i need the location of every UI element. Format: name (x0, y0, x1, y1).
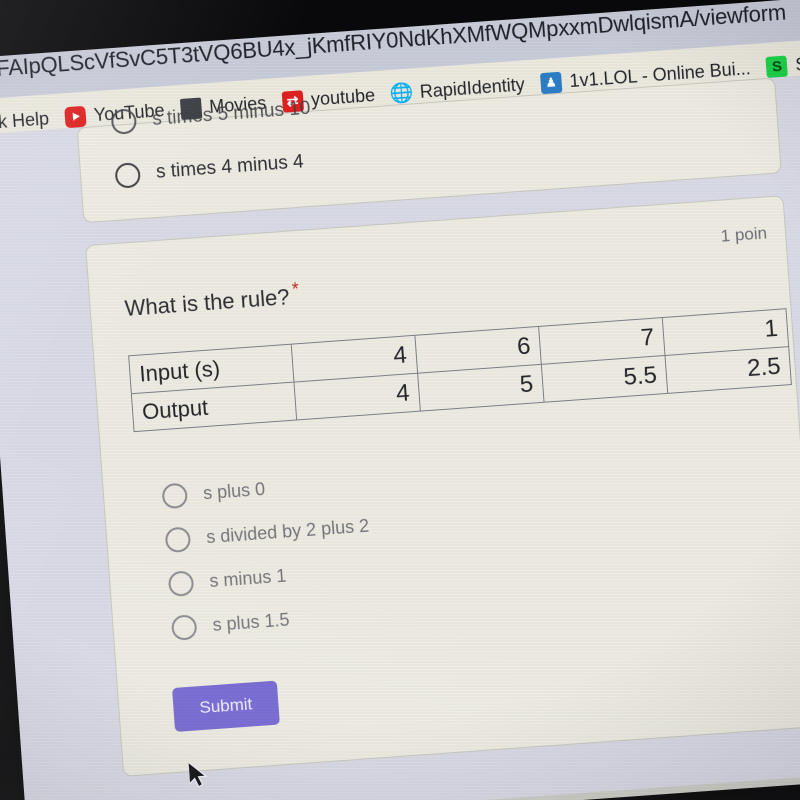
function-table-wrapper: Input (s) 4 6 7 1 Output 4 5 5.5 2.5 (128, 309, 792, 433)
radio-button[interactable] (164, 526, 192, 553)
table-cell: 5.5 (541, 355, 668, 403)
table-cell: 4 (293, 373, 421, 421)
bookmark-slope[interactable]: S Slop (765, 51, 800, 78)
radio-button[interactable] (167, 570, 195, 597)
google-forms-page: s times 5 minus 10 s times 4 minus 4 1 p… (0, 70, 800, 800)
table-cell: 2.5 (665, 346, 792, 394)
radio-button[interactable] (161, 482, 189, 510)
option-label: s times 4 minus 4 (155, 151, 305, 183)
option-label: s plus 0 (202, 478, 266, 504)
radio-button[interactable] (114, 161, 142, 189)
question-title: What is the rule?* (124, 246, 755, 321)
youtube-icon (64, 105, 87, 128)
question-card: 1 poin What is the rule?* Input (s) 4 6 … (85, 195, 800, 778)
function-table: Input (s) 4 6 7 1 Output 4 5 5.5 2.5 (128, 309, 792, 433)
radio-button[interactable] (110, 108, 138, 135)
radio-button[interactable] (170, 614, 198, 641)
browser-window: le Drive ✕ P PowerSchool Learning : Alge… (0, 0, 800, 800)
photo-of-screen: le Drive ✕ P PowerSchool Learning : Alge… (0, 0, 800, 800)
table-cell: 5 (417, 364, 545, 412)
globe-icon: 🌐 (388, 82, 415, 105)
cursor-arrow-icon (188, 760, 208, 788)
bookmark-label: Slop (794, 51, 800, 75)
option-label: s minus 1 (208, 565, 287, 591)
option-label: s divided by 2 plus 2 (205, 515, 370, 548)
1v1lol-icon: ♟ (539, 71, 563, 94)
question-title-text: What is the rule? (123, 284, 291, 321)
answer-options-list: s plus 0 s divided by 2 plus 2 s minus 1… (161, 431, 778, 650)
slope-icon: S (765, 55, 789, 78)
required-marker: * (291, 279, 300, 300)
points-label: 1 poin (720, 223, 768, 246)
submit-button[interactable]: Submit (172, 680, 280, 733)
option-label: s plus 1.5 (211, 609, 291, 635)
